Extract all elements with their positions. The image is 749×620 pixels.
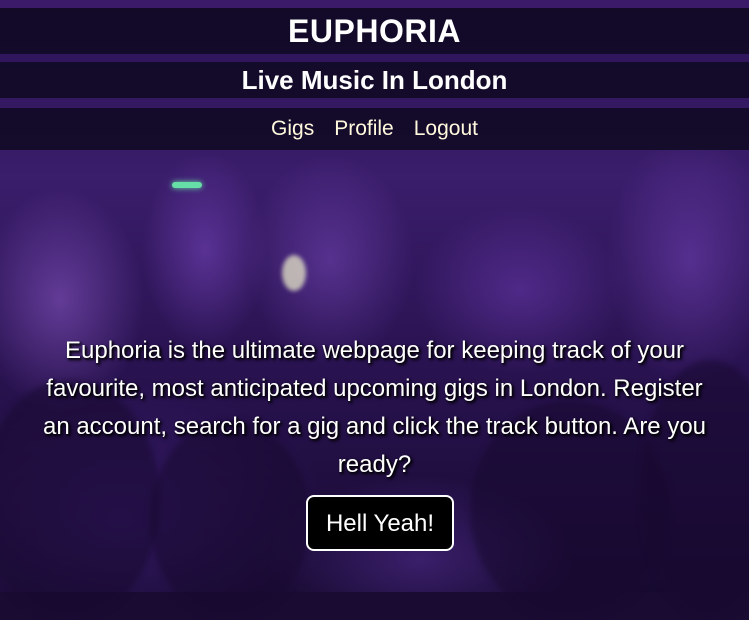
intro-text: Euphoria is the ultimate webpage for kee…	[42, 337, 707, 478]
hell-yeah-button[interactable]: Hell Yeah!	[306, 495, 454, 551]
stage-light	[282, 255, 306, 291]
nav-link-logout[interactable]: Logout	[414, 108, 478, 150]
site-header: EUPHORIA Live Music In London Gigs Profi…	[0, 0, 749, 150]
glow-stick-light	[172, 182, 202, 188]
site-subtitle: Live Music In London	[0, 62, 749, 98]
header-top-edge	[0, 0, 749, 8]
site-title: EUPHORIA	[0, 8, 749, 54]
nav-link-profile[interactable]: Profile	[334, 108, 394, 150]
nav-link-gigs[interactable]: Gigs	[271, 108, 314, 150]
main-nav: Gigs Profile Logout	[0, 108, 749, 150]
